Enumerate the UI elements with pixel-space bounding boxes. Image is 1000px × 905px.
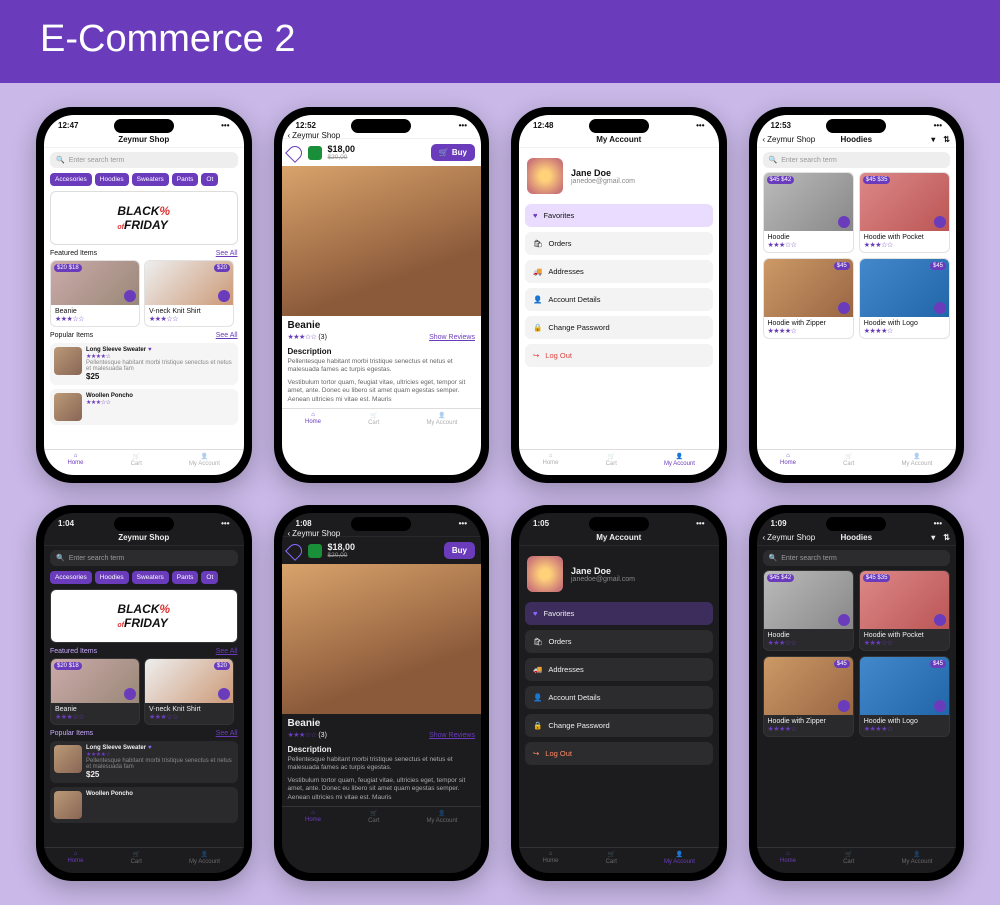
user-email: janedoe@gmail.com [571,178,635,185]
thumb [54,347,82,375]
shop-title: Zeymur Shop [118,135,169,144]
popular-item[interactable]: Woollen Poncho★★★☆☆ [50,389,238,425]
phone-product-dark: 1:08••• ‹ Zeymur Shop $18,00$20,00Buy Be… [274,505,490,881]
heart-icon: ♥ [533,211,537,220]
tab-home[interactable]: ⌂Home [780,453,796,467]
promo-banner[interactable]: BLACK%ofFRIDAY [50,589,238,643]
status-bar: 12:47••• [44,115,244,132]
phone-category-dark: 1:09••• ‹ Zeymur ShopHoodies▾⇅ 🔍 Enter s… [749,505,965,881]
product-image[interactable] [282,166,482,316]
tab-home[interactable]: ⌂Home [305,412,321,426]
account-title: My Account [596,135,641,144]
product-card[interactable]: $45Hoodie with Logo★★★★☆ [859,258,950,339]
phone-home-light: 12:47••• Zeymur Shop 🔍 Enter search term… [36,107,252,483]
user-name: Jane Doe [571,168,635,178]
search-input[interactable]: 🔍 Enter search term [50,550,238,566]
product-card[interactable]: $20 $18Beanie★★★☆☆ [50,260,140,327]
page-title: E-Commerce 2 [0,0,1000,83]
sale-tag-icon [308,146,322,160]
phone-account-dark: 1:05••• My Account Jane Doejanedoe@gmail… [511,505,727,881]
logout-icon: ↪ [533,351,539,360]
tab-home[interactable]: ⌂Home [543,453,559,467]
category-chips: Accesories Hoodies Sweaters Pants Ot [50,173,238,186]
see-all[interactable]: See All [216,250,238,257]
product-card[interactable]: $45Hoodie with Zipper★★★★☆ [763,258,854,339]
user-icon: 👤 [201,453,208,460]
tab-cart[interactable]: 🛒Cart [606,453,617,467]
back-button[interactable]: ‹ Zeymur Shop [763,135,816,144]
see-all[interactable]: See All [216,332,238,339]
filter-icon[interactable]: ▾ [931,135,935,144]
tab-account[interactable]: 👤My Account [189,453,220,467]
product-title: Beanie [282,316,482,331]
description-heading: Description [282,343,482,358]
chip[interactable]: Hoodies [95,173,129,186]
chip[interactable]: Ot [201,173,218,186]
menu-logout[interactable]: ↪Log Out [525,344,713,367]
menu-account-details[interactable]: 👤Account Details [525,288,713,311]
tab-bar: ⌂Home 🛒Cart 👤My Account [44,449,244,475]
tab-home[interactable]: ⌂Home [68,453,84,467]
chip[interactable]: Sweaters [132,173,169,186]
tab-cart[interactable]: 🛒Cart [131,453,142,467]
home-icon: ⌂ [74,453,78,459]
menu-change-password[interactable]: 🔒Change Password [525,316,713,339]
phone-category-light: 12:53••• ‹ Zeymur ShopHoodies▾⇅ 🔍 Enter … [749,107,965,483]
user-icon: 👤 [533,295,542,304]
description-text: Pellentesque habitant morbi tristique se… [282,358,482,379]
search-input[interactable]: 🔍 Enter search term [763,152,951,168]
buy-button[interactable]: 🛒Buy [431,144,475,161]
heart-icon: ♥ [148,347,152,353]
tab-cart[interactable]: 🛒Cart [843,453,854,467]
back-button[interactable]: ‹ Zeymur Shop [288,131,341,140]
product-card[interactable]: $45 $42Hoodie★★★☆☆ [763,172,854,253]
sort-icon[interactable]: ⇅ [943,135,950,144]
tab-account[interactable]: 👤My Account [664,453,695,467]
tab-account[interactable]: 👤My Account [901,453,932,467]
phone-product-light: 12:52••• ‹ Zeymur Shop $18,00$20,00 🛒Buy… [274,107,490,483]
cart-icon: 🛒 [132,453,139,460]
product-card[interactable]: $45 $35Hoodie with Pocket★★★☆☆ [859,172,950,253]
menu-addresses[interactable]: 🚚Addresses [525,260,713,283]
lock-icon: 🔒 [533,323,542,332]
phone-grid: 12:47••• Zeymur Shop 🔍 Enter search term… [0,83,1000,905]
search-input[interactable]: 🔍 Enter search term [50,152,238,168]
phone-account-light: 12:48••• My Account Jane Doejanedoe@gmai… [511,107,727,483]
tab-account[interactable]: 👤My Account [426,412,457,426]
show-reviews[interactable]: Show Reviews [429,334,475,341]
tab-cart[interactable]: 🛒Cart [368,412,379,426]
description-text: Vestibulum tortor quam, feugiat vitae, u… [282,379,482,408]
phone-home-dark: 1:04••• Zeymur Shop 🔍 Enter search term … [36,505,252,881]
popular-item[interactable]: Long Sleeve Sweater ♥★★★★☆Pellentesque h… [50,343,238,385]
bag-icon: 🛍 [533,239,543,248]
chip[interactable]: Pants [172,173,199,186]
popular-label: Popular Items [50,332,93,339]
nav-bar: Zeymur Shop [44,132,244,148]
cart-icon: 🛒 [439,148,449,157]
menu-favorites[interactable]: ♥Favorites [525,204,713,227]
avatar[interactable] [527,158,563,194]
category-title: Hoodies [840,135,872,144]
promo-banner[interactable]: BLACK%ofFRIDAY [50,191,238,245]
product-card[interactable]: $20V-neck Knit Shirt★★★☆☆ [144,260,234,327]
favorite-button[interactable] [285,143,305,163]
truck-icon: 🚚 [533,267,542,276]
chip[interactable]: Accesories [50,173,92,186]
featured-label: Featured Items [50,250,97,257]
menu-orders[interactable]: 🛍Orders [525,232,713,255]
